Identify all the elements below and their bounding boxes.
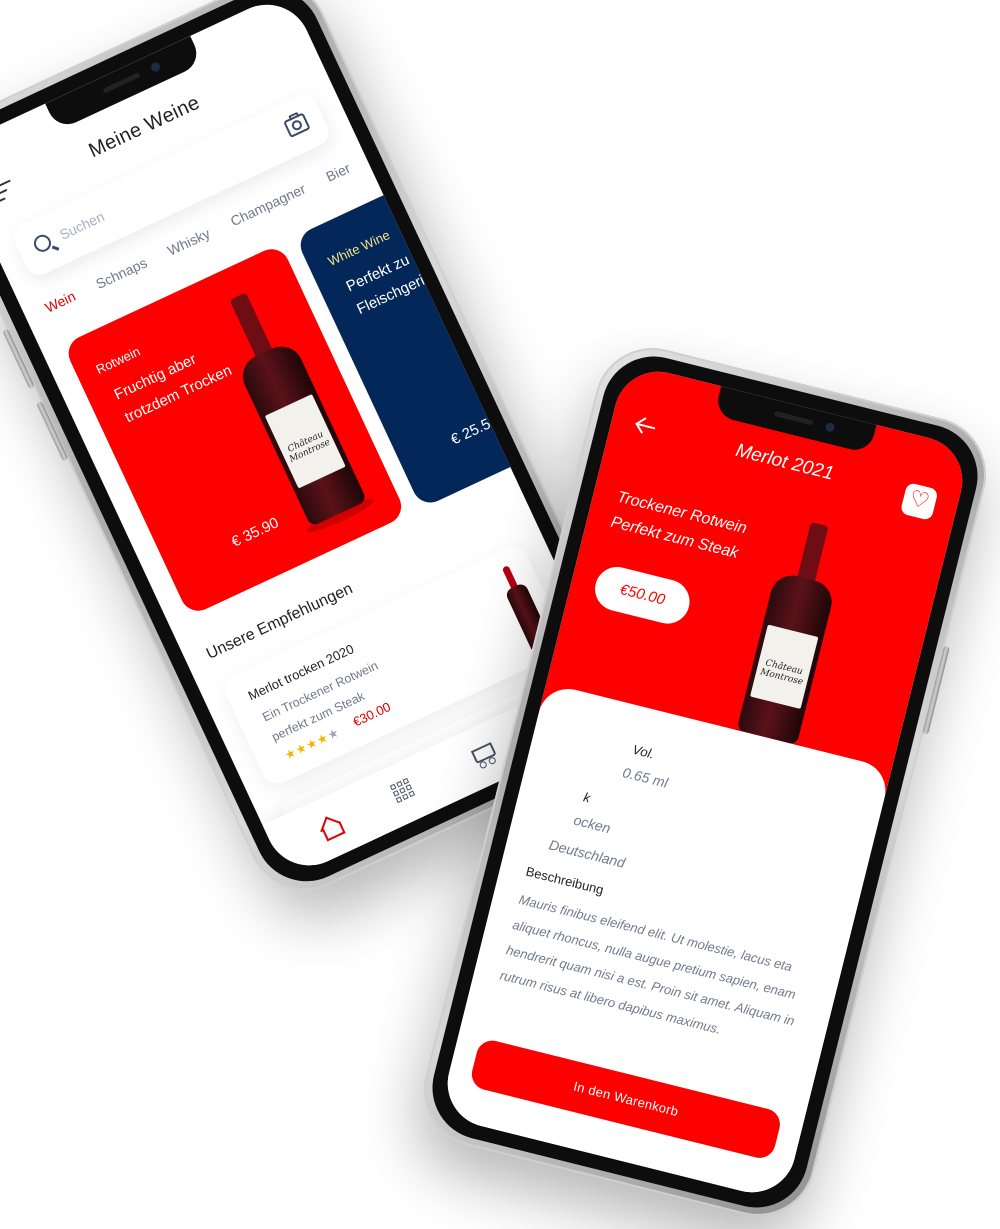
camera-icon[interactable] (283, 112, 311, 139)
spec-label-type: k (582, 789, 592, 806)
product-headline: Trockener Rotwein Perfekt zum Steak (609, 488, 749, 562)
spec-value-volume: 0.65 ml (621, 764, 670, 791)
spec-value-origin: Deutschland (547, 836, 627, 871)
tab-wein[interactable]: Wein (42, 288, 77, 316)
tab-champagner[interactable]: Champagner (228, 181, 308, 230)
card-headline: Perfekt zu Fleischgerichten (343, 251, 461, 319)
bottle-label-text: Château Montrose (759, 658, 804, 688)
heart-icon: ♡ (906, 486, 933, 516)
add-to-cart-button[interactable]: In den Warenkorb (468, 1037, 784, 1162)
search-icon (31, 232, 54, 255)
search-input[interactable]: Suchen (57, 208, 107, 243)
bottle-label-text: Château Montrose (286, 429, 332, 466)
spec-value-type: ocken (572, 811, 613, 837)
tab-bier[interactable]: Bier (323, 160, 352, 185)
tab-whisky[interactable]: Whisky (165, 225, 213, 259)
card-price: € 25.50 (448, 411, 501, 449)
product-price-badge: €50.00 (590, 562, 695, 629)
favorite-button[interactable]: ♡ (899, 482, 939, 521)
product-details-sheet: Vol. 0.65 ml k ocken Deutschland Beschre… (438, 682, 892, 1202)
spec-label-volume: Vol. (631, 741, 656, 762)
tab-schnaps[interactable]: Schnaps (93, 254, 149, 292)
card-price: € 35.90 (228, 514, 282, 551)
description-text: Mauris finibus eleifend elit. Ut molesti… (498, 891, 798, 1037)
grid-icon[interactable] (389, 776, 422, 808)
home-icon[interactable] (314, 811, 346, 843)
cart-icon[interactable] (468, 739, 500, 771)
